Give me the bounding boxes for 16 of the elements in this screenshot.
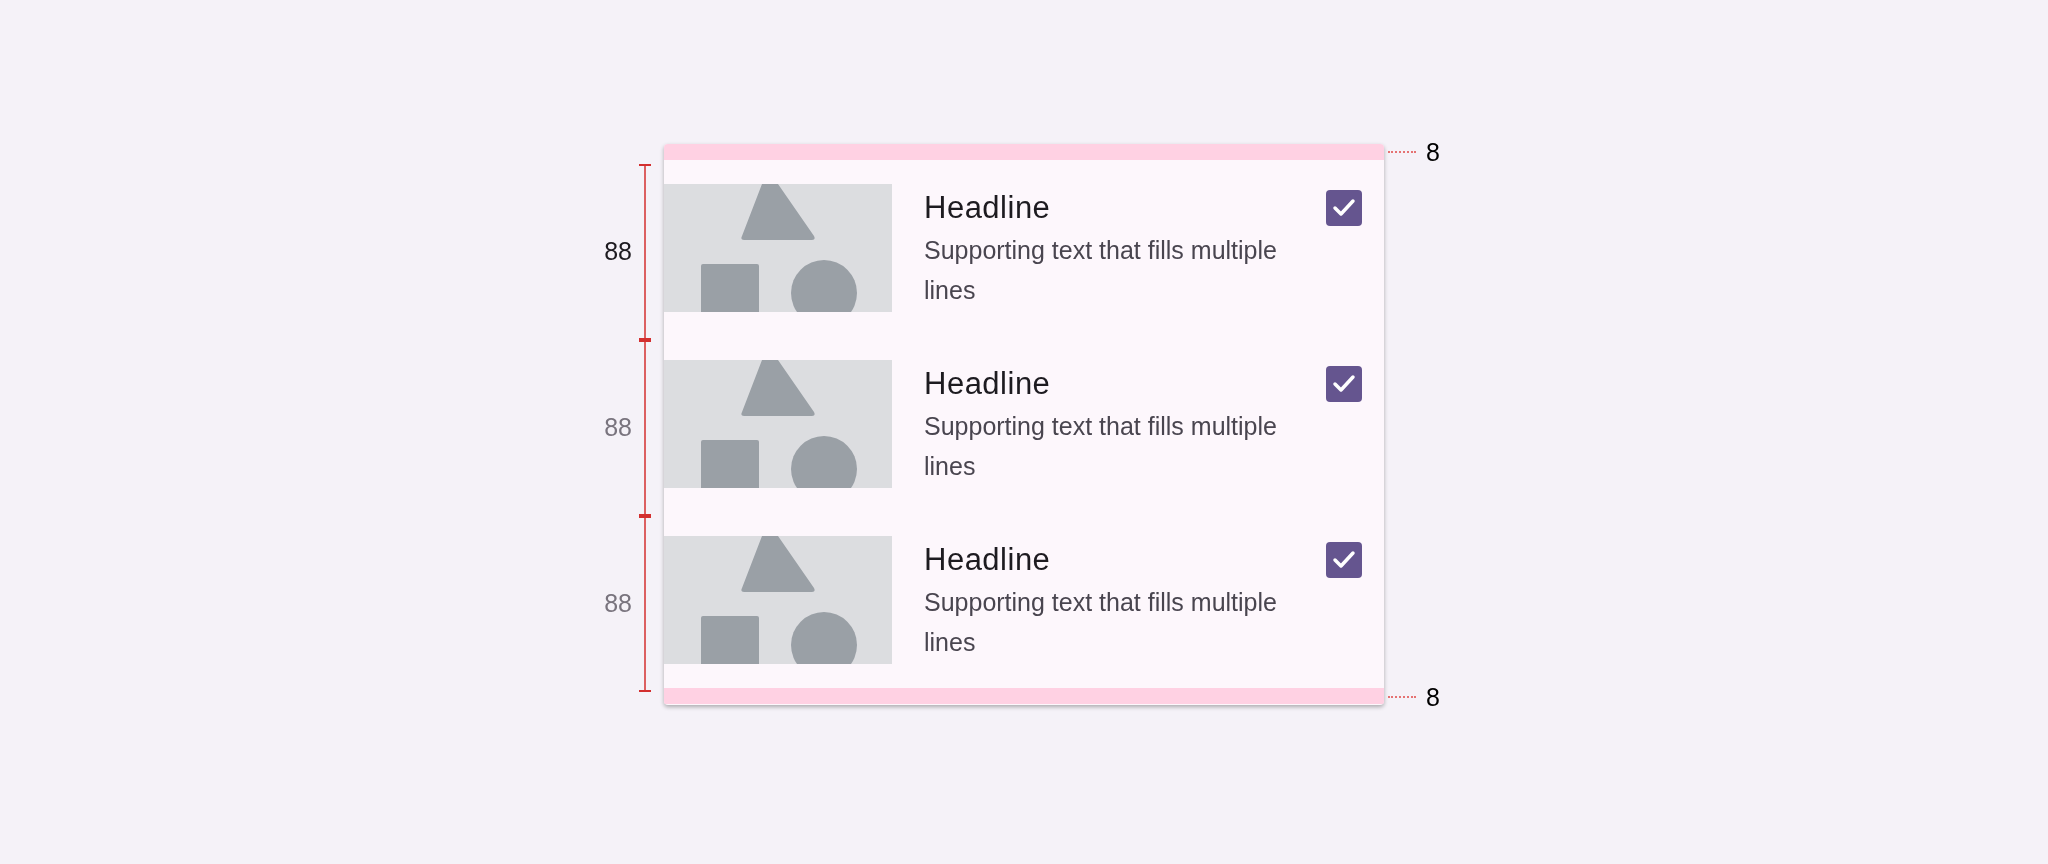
checkbox[interactable] [1326,190,1362,226]
measurement-label: 88 [603,588,633,620]
measurement-label: 8 [1426,689,1440,705]
measurement-label: 88 [603,412,633,444]
headline: Headline [924,189,1052,227]
headline: Headline [924,365,1052,403]
checkbox[interactable] [1326,542,1362,578]
leader-line [1388,696,1416,698]
headline: Headline [924,541,1052,579]
measurement-label: 88 [603,236,633,268]
supporting-text: Supporting text that fills multiple lines [924,587,1278,658]
checkbox[interactable] [1326,366,1362,402]
supporting-text: Supporting text that fills multiple lines [924,235,1278,306]
leader-line [1388,151,1416,153]
supporting-text: Supporting text that fills multiple lines [924,411,1278,482]
measurement-label: 8 [1426,144,1440,160]
